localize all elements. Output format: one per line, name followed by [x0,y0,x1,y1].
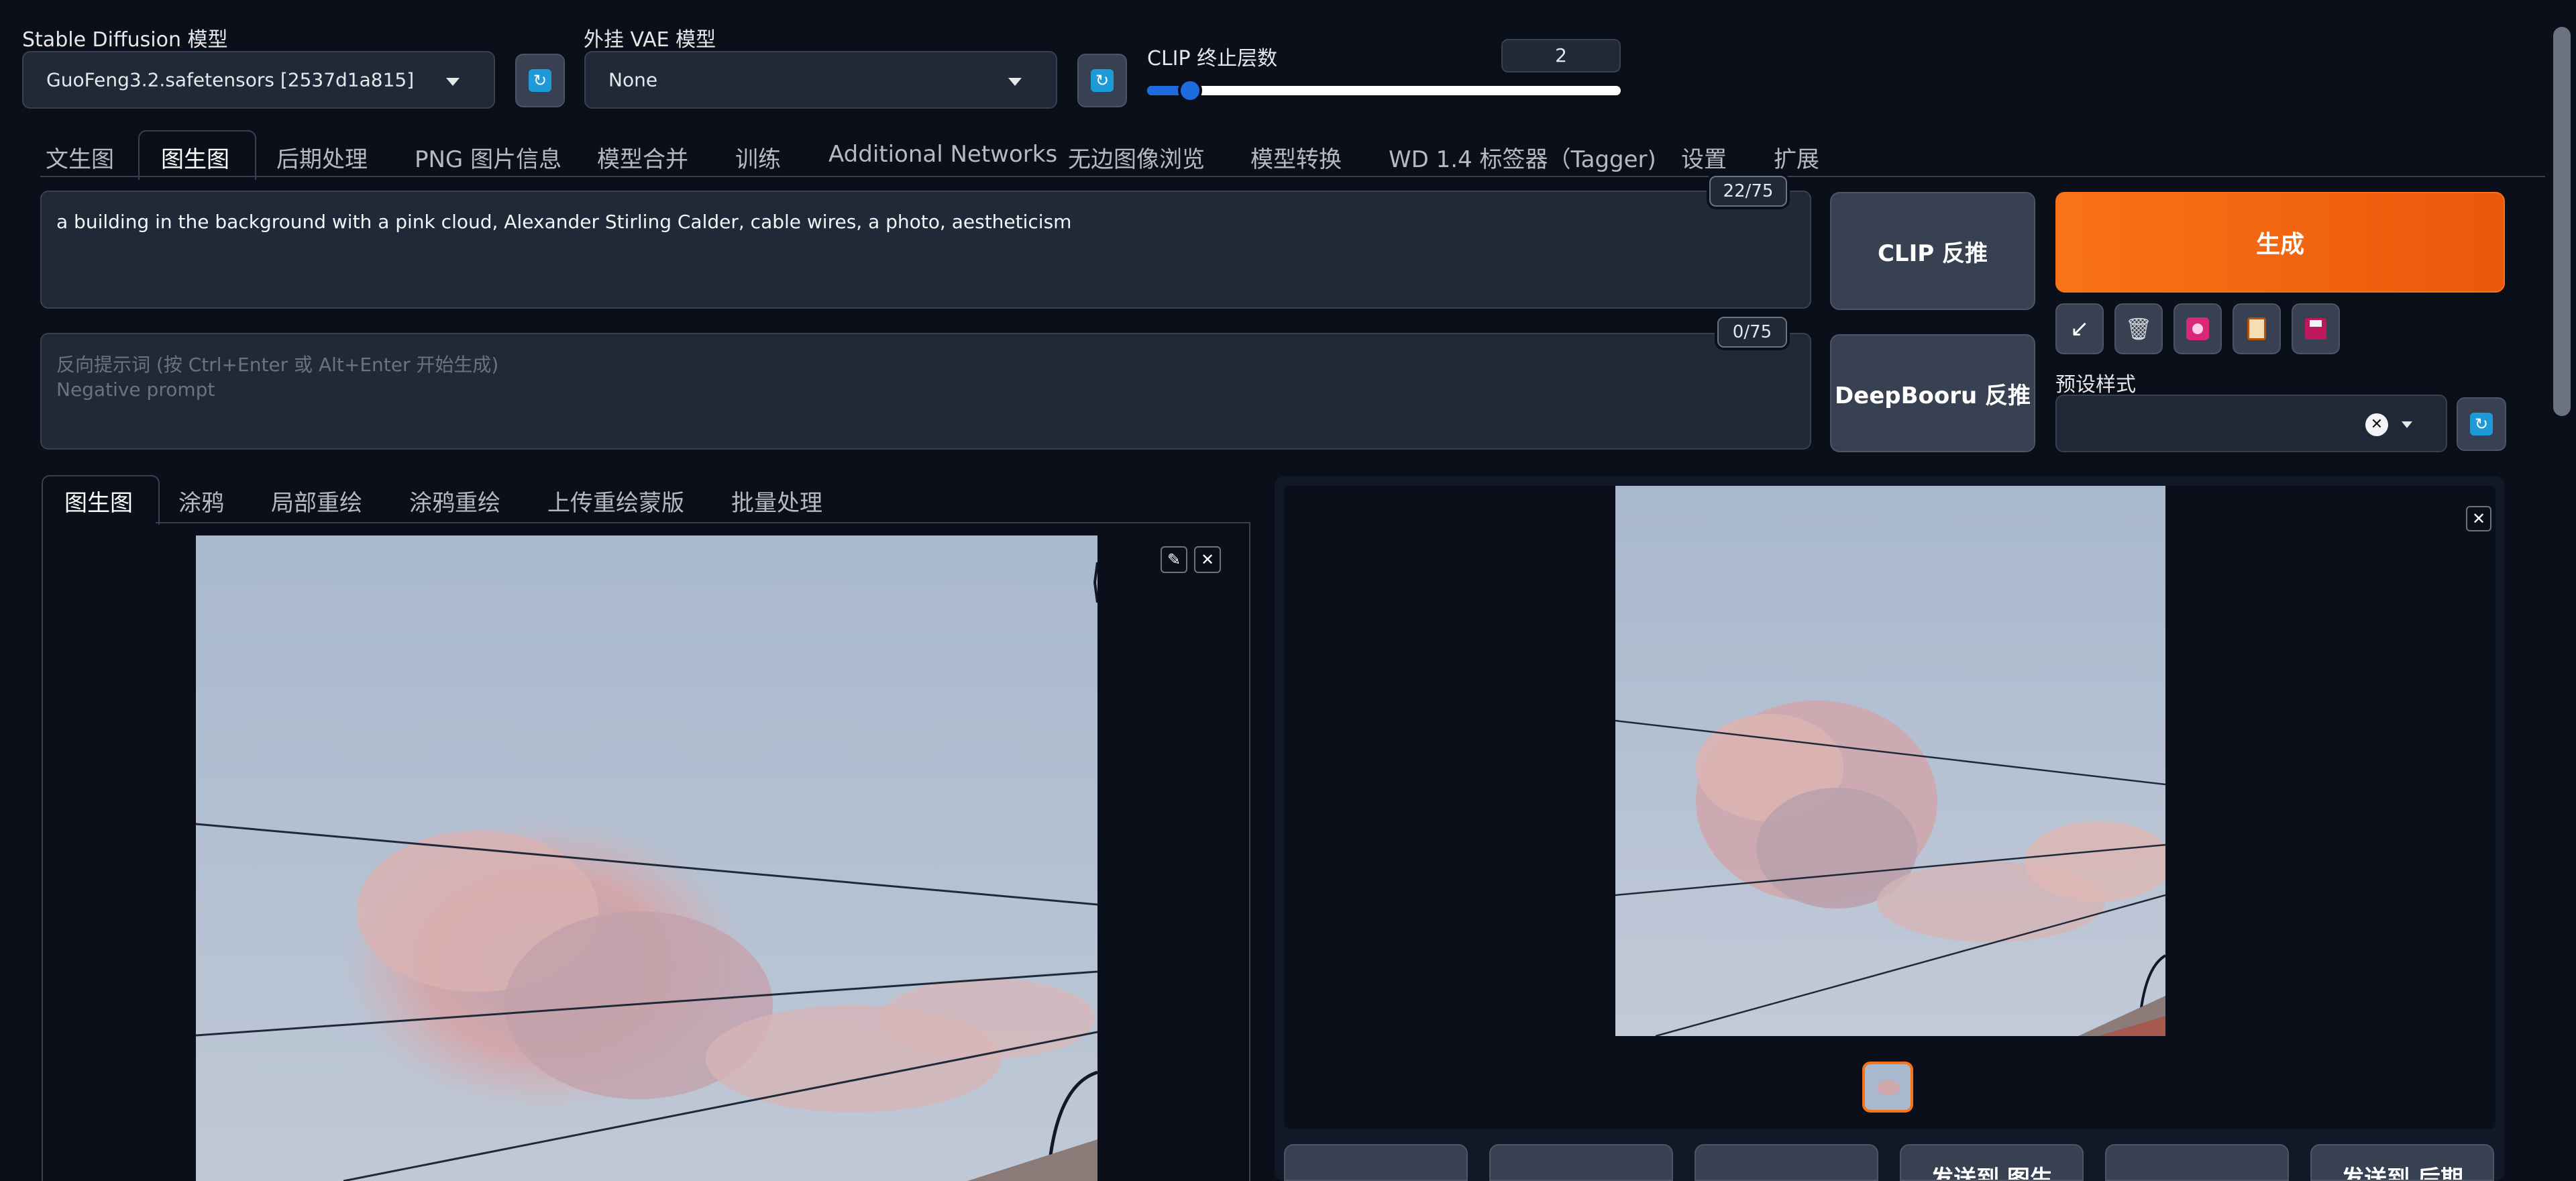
clip-skip-label: CLIP 终止层数 [1147,47,1278,70]
image-input-panel[interactable]: ✎ ✕ [42,522,1250,1181]
styles-label: 预设样式 [2055,373,2136,397]
save-style-button[interactable] [2292,303,2340,354]
subtab-batch[interactable]: 批量处理 [731,484,822,517]
send-to-inpaint-button[interactable] [2105,1144,2289,1181]
clear-prompt-button[interactable]: 🗑 [2114,303,2163,354]
zip-output-button[interactable] [1695,1144,1878,1181]
close-icon: ✕ [2471,509,2486,528]
refresh-icon [2470,413,2493,435]
tab-settings[interactable]: 设置 [1681,141,1727,174]
chevron-down-icon [446,78,460,86]
styles-refresh-button[interactable] [2457,397,2506,451]
generate-button[interactable]: 生成 [2055,192,2505,293]
negative-placeholder-line1: 反向提示词 (按 Ctrl+Enter 或 Alt+Enter 开始生成) [56,354,499,376]
prompt-text: a building in the background with a pink… [56,211,1072,233]
clip-skip-slider[interactable] [1147,79,1621,103]
tab-model-converter[interactable]: 模型转换 [1250,141,1342,174]
tab-png-info[interactable]: PNG 图片信息 [415,141,561,174]
send-to-img2img-button[interactable]: 发送到 图生 [1900,1144,2084,1181]
close-icon: ✕ [1200,550,1215,569]
output-panel: ✕ 发送到 图生 发送到 后期 [1275,476,2505,1181]
remove-image-button[interactable]: ✕ [1194,546,1221,573]
extra-networks-button[interactable] [2174,303,2222,354]
subtab-inpaint-sketch[interactable]: 涂鸦重绘 [409,484,500,517]
subtab-inpaint[interactable]: 局部重绘 [271,484,362,517]
prompt-token-counter: 22/75 [1709,176,1787,207]
slider-thumb[interactable] [1178,79,1202,103]
tab-train[interactable]: 训练 [735,141,781,174]
chevron-down-icon [2402,421,2412,428]
vae-label: 外挂 VAE 模型 [584,28,716,52]
chevron-down-icon [1008,78,1022,86]
vae-dropdown[interactable]: None [584,51,1057,109]
pencil-icon: ✎ [1167,550,1181,569]
subtab-inpaint-upload[interactable]: 上传重绘蒙版 [547,484,684,517]
negative-token-counter: 0/75 [1717,317,1787,348]
page-scrollbar[interactable] [2548,0,2576,1181]
open-folder-button[interactable] [1284,1144,1468,1181]
deepbooru-interrogate-button[interactable]: DeepBooru 反推 [1830,334,2035,452]
tab-txt2img[interactable]: 文生图 [46,141,114,174]
arrow-icon: ↙ [2070,315,2090,342]
save-output-button[interactable] [1489,1144,1673,1181]
vae-refresh-button[interactable] [1077,54,1127,107]
gallery-thumbnail[interactable] [1862,1062,1913,1113]
clip-interrogate-button[interactable]: CLIP 反推 [1830,192,2035,310]
close-gallery-button[interactable]: ✕ [2466,506,2491,531]
output-image[interactable] [1615,486,2165,1036]
paste-params-button[interactable]: ↙ [2055,303,2104,354]
tab-tagger[interactable]: WD 1.4 标签器（Tagger) [1389,141,1656,174]
scrollbar-thumb[interactable] [2553,27,2571,416]
tab-img2img[interactable]: 图生图 [161,141,229,174]
trash-icon: 🗑 [2125,316,2153,342]
styles-dropdown[interactable]: ✕ [2055,395,2447,452]
subtab-img2img[interactable]: 图生图 [64,484,133,517]
output-gallery: ✕ [1284,486,2496,1129]
slider-track [1147,86,1621,95]
tab-additional-networks[interactable]: Additional Networks [828,141,1057,168]
sd-model-value: GuoFeng3.2.safetensors [2537d1a815] [46,68,415,91]
clipboard-icon [2247,317,2266,340]
negative-placeholder-line2: Negative prompt [56,378,215,401]
prompt-textarea[interactable]: a building in the background with a pink… [40,191,1811,309]
image-icon [2186,317,2209,340]
refresh-icon [1091,69,1114,92]
tab-checkpoint-merger[interactable]: 模型合并 [597,141,688,174]
vae-value: None [608,68,658,91]
sd-model-refresh-button[interactable] [515,54,565,107]
tab-image-browser[interactable]: 无边图像浏览 [1068,141,1205,174]
sd-model-label: Stable Diffusion 模型 [22,28,228,52]
edit-image-button[interactable]: ✎ [1161,546,1187,573]
clear-icon[interactable]: ✕ [2365,413,2388,436]
save-icon [2305,318,2326,340]
tab-extensions[interactable]: 扩展 [1774,141,1819,174]
subtab-sketch[interactable]: 涂鸦 [178,484,224,517]
clip-skip-number-input[interactable]: 2 [1501,39,1621,72]
tab-divider-right [254,176,2545,177]
send-to-extras-button[interactable]: 发送到 后期 [2310,1144,2494,1181]
input-image [196,535,1097,1181]
sd-model-dropdown[interactable]: GuoFeng3.2.safetensors [2537d1a815] [22,51,495,109]
refresh-icon [529,69,551,92]
negative-prompt-textarea[interactable]: 反向提示词 (按 Ctrl+Enter 或 Alt+Enter 开始生成) Ne… [40,333,1811,450]
tab-extras[interactable]: 后期处理 [276,141,368,174]
apply-style-button[interactable] [2233,303,2281,354]
